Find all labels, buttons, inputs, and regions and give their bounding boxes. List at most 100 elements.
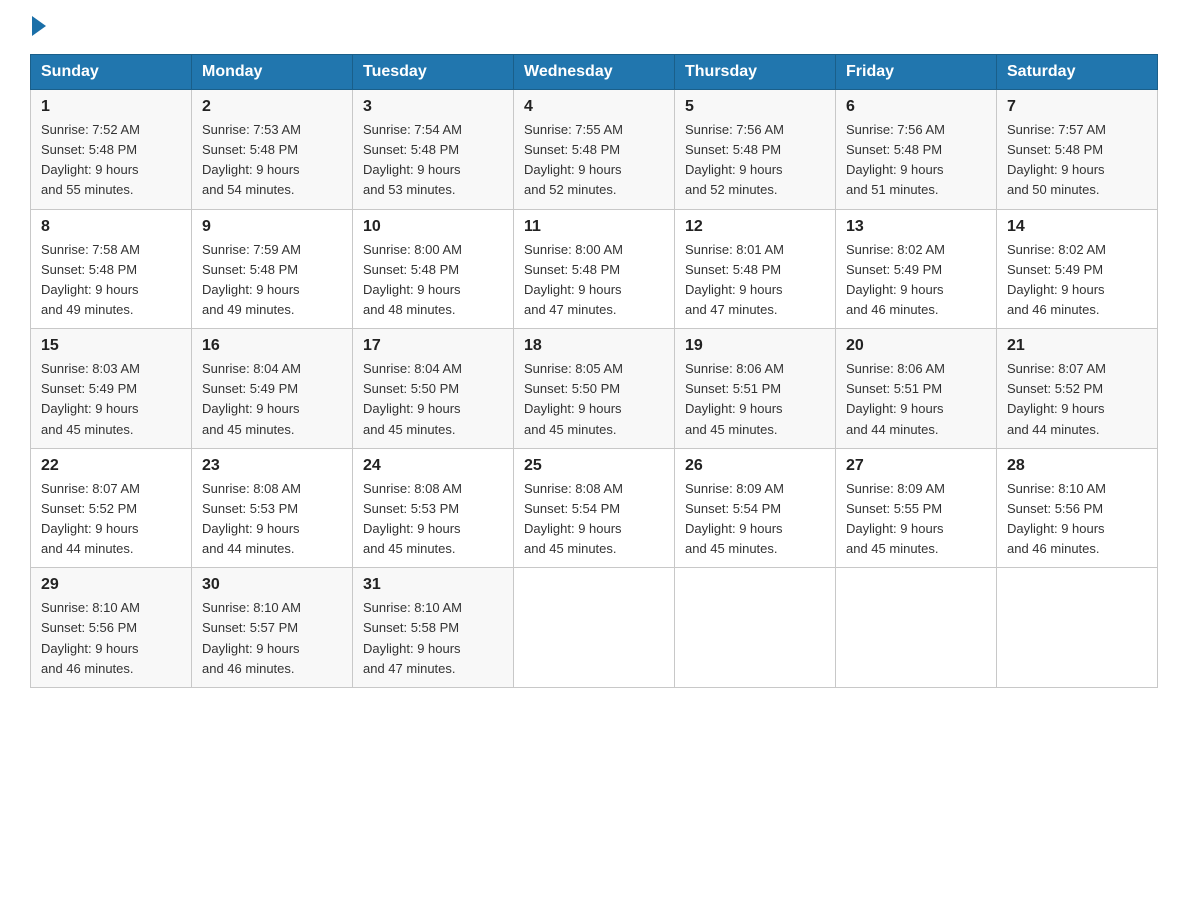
day-info: Sunrise: 8:01 AMSunset: 5:48 PMDaylight:… (685, 242, 784, 317)
day-info: Sunrise: 8:08 AMSunset: 5:54 PMDaylight:… (524, 481, 623, 556)
day-number: 3 (363, 98, 503, 116)
calendar-week-row: 1 Sunrise: 7:52 AMSunset: 5:48 PMDayligh… (31, 90, 1158, 210)
day-info: Sunrise: 8:02 AMSunset: 5:49 PMDaylight:… (846, 242, 945, 317)
day-info: Sunrise: 8:05 AMSunset: 5:50 PMDaylight:… (524, 361, 623, 436)
day-number: 1 (41, 98, 181, 116)
day-info: Sunrise: 8:03 AMSunset: 5:49 PMDaylight:… (41, 361, 140, 436)
day-info: Sunrise: 8:00 AMSunset: 5:48 PMDaylight:… (363, 242, 462, 317)
day-number: 17 (363, 337, 503, 355)
day-number: 16 (202, 337, 342, 355)
day-number: 10 (363, 218, 503, 236)
calendar-day-cell: 9 Sunrise: 7:59 AMSunset: 5:48 PMDayligh… (192, 209, 353, 329)
day-number: 18 (524, 337, 664, 355)
calendar-day-cell: 25 Sunrise: 8:08 AMSunset: 5:54 PMDaylig… (514, 448, 675, 568)
calendar-day-cell: 12 Sunrise: 8:01 AMSunset: 5:48 PMDaylig… (675, 209, 836, 329)
day-info: Sunrise: 7:53 AMSunset: 5:48 PMDaylight:… (202, 122, 301, 197)
day-info: Sunrise: 8:06 AMSunset: 5:51 PMDaylight:… (846, 361, 945, 436)
calendar-day-cell: 3 Sunrise: 7:54 AMSunset: 5:48 PMDayligh… (353, 90, 514, 210)
calendar-day-cell: 19 Sunrise: 8:06 AMSunset: 5:51 PMDaylig… (675, 329, 836, 449)
day-info: Sunrise: 8:06 AMSunset: 5:51 PMDaylight:… (685, 361, 784, 436)
calendar-day-cell: 7 Sunrise: 7:57 AMSunset: 5:48 PMDayligh… (997, 90, 1158, 210)
calendar-day-cell: 30 Sunrise: 8:10 AMSunset: 5:57 PMDaylig… (192, 568, 353, 688)
day-info: Sunrise: 7:57 AMSunset: 5:48 PMDaylight:… (1007, 122, 1106, 197)
day-info: Sunrise: 7:56 AMSunset: 5:48 PMDaylight:… (685, 122, 784, 197)
calendar-day-cell: 5 Sunrise: 7:56 AMSunset: 5:48 PMDayligh… (675, 90, 836, 210)
calendar-day-cell: 22 Sunrise: 8:07 AMSunset: 5:52 PMDaylig… (31, 448, 192, 568)
day-info: Sunrise: 8:10 AMSunset: 5:57 PMDaylight:… (202, 600, 301, 675)
column-header-sunday: Sunday (31, 55, 192, 90)
calendar-day-cell: 4 Sunrise: 7:55 AMSunset: 5:48 PMDayligh… (514, 90, 675, 210)
calendar-day-cell: 21 Sunrise: 8:07 AMSunset: 5:52 PMDaylig… (997, 329, 1158, 449)
column-header-saturday: Saturday (997, 55, 1158, 90)
calendar-day-cell: 1 Sunrise: 7:52 AMSunset: 5:48 PMDayligh… (31, 90, 192, 210)
calendar-day-cell: 24 Sunrise: 8:08 AMSunset: 5:53 PMDaylig… (353, 448, 514, 568)
day-number: 8 (41, 218, 181, 236)
day-number: 4 (524, 98, 664, 116)
day-number: 11 (524, 218, 664, 236)
calendar-day-cell: 28 Sunrise: 8:10 AMSunset: 5:56 PMDaylig… (997, 448, 1158, 568)
day-info: Sunrise: 8:08 AMSunset: 5:53 PMDaylight:… (202, 481, 301, 556)
day-number: 2 (202, 98, 342, 116)
calendar-table: SundayMondayTuesdayWednesdayThursdayFrid… (30, 54, 1158, 688)
day-info: Sunrise: 8:07 AMSunset: 5:52 PMDaylight:… (1007, 361, 1106, 436)
day-number: 24 (363, 457, 503, 475)
day-info: Sunrise: 8:10 AMSunset: 5:58 PMDaylight:… (363, 600, 462, 675)
day-info: Sunrise: 7:55 AMSunset: 5:48 PMDaylight:… (524, 122, 623, 197)
calendar-day-cell: 2 Sunrise: 7:53 AMSunset: 5:48 PMDayligh… (192, 90, 353, 210)
day-info: Sunrise: 7:58 AMSunset: 5:48 PMDaylight:… (41, 242, 140, 317)
calendar-week-row: 8 Sunrise: 7:58 AMSunset: 5:48 PMDayligh… (31, 209, 1158, 329)
calendar-day-cell (675, 568, 836, 688)
calendar-day-cell: 20 Sunrise: 8:06 AMSunset: 5:51 PMDaylig… (836, 329, 997, 449)
day-info: Sunrise: 7:56 AMSunset: 5:48 PMDaylight:… (846, 122, 945, 197)
calendar-day-cell: 31 Sunrise: 8:10 AMSunset: 5:58 PMDaylig… (353, 568, 514, 688)
day-number: 22 (41, 457, 181, 475)
calendar-day-cell: 17 Sunrise: 8:04 AMSunset: 5:50 PMDaylig… (353, 329, 514, 449)
day-number: 9 (202, 218, 342, 236)
calendar-day-cell: 27 Sunrise: 8:09 AMSunset: 5:55 PMDaylig… (836, 448, 997, 568)
calendar-day-cell (997, 568, 1158, 688)
column-header-thursday: Thursday (675, 55, 836, 90)
day-info: Sunrise: 8:07 AMSunset: 5:52 PMDaylight:… (41, 481, 140, 556)
logo (30, 20, 46, 36)
logo-arrow-icon (32, 16, 46, 36)
day-info: Sunrise: 7:52 AMSunset: 5:48 PMDaylight:… (41, 122, 140, 197)
day-number: 7 (1007, 98, 1147, 116)
calendar-day-cell: 11 Sunrise: 8:00 AMSunset: 5:48 PMDaylig… (514, 209, 675, 329)
day-number: 6 (846, 98, 986, 116)
calendar-day-cell: 13 Sunrise: 8:02 AMSunset: 5:49 PMDaylig… (836, 209, 997, 329)
calendar-day-cell: 6 Sunrise: 7:56 AMSunset: 5:48 PMDayligh… (836, 90, 997, 210)
day-number: 14 (1007, 218, 1147, 236)
calendar-day-cell: 14 Sunrise: 8:02 AMSunset: 5:49 PMDaylig… (997, 209, 1158, 329)
calendar-day-cell: 10 Sunrise: 8:00 AMSunset: 5:48 PMDaylig… (353, 209, 514, 329)
calendar-header-row: SundayMondayTuesdayWednesdayThursdayFrid… (31, 55, 1158, 90)
calendar-day-cell: 29 Sunrise: 8:10 AMSunset: 5:56 PMDaylig… (31, 568, 192, 688)
day-info: Sunrise: 8:04 AMSunset: 5:50 PMDaylight:… (363, 361, 462, 436)
day-info: Sunrise: 8:09 AMSunset: 5:55 PMDaylight:… (846, 481, 945, 556)
day-info: Sunrise: 7:59 AMSunset: 5:48 PMDaylight:… (202, 242, 301, 317)
day-info: Sunrise: 8:10 AMSunset: 5:56 PMDaylight:… (1007, 481, 1106, 556)
day-info: Sunrise: 8:00 AMSunset: 5:48 PMDaylight:… (524, 242, 623, 317)
day-info: Sunrise: 8:02 AMSunset: 5:49 PMDaylight:… (1007, 242, 1106, 317)
day-info: Sunrise: 7:54 AMSunset: 5:48 PMDaylight:… (363, 122, 462, 197)
calendar-day-cell: 23 Sunrise: 8:08 AMSunset: 5:53 PMDaylig… (192, 448, 353, 568)
calendar-day-cell: 26 Sunrise: 8:09 AMSunset: 5:54 PMDaylig… (675, 448, 836, 568)
day-info: Sunrise: 8:09 AMSunset: 5:54 PMDaylight:… (685, 481, 784, 556)
calendar-day-cell: 16 Sunrise: 8:04 AMSunset: 5:49 PMDaylig… (192, 329, 353, 449)
day-number: 20 (846, 337, 986, 355)
calendar-day-cell: 8 Sunrise: 7:58 AMSunset: 5:48 PMDayligh… (31, 209, 192, 329)
day-number: 25 (524, 457, 664, 475)
day-number: 31 (363, 576, 503, 594)
column-header-monday: Monday (192, 55, 353, 90)
calendar-day-cell (514, 568, 675, 688)
day-number: 26 (685, 457, 825, 475)
day-number: 15 (41, 337, 181, 355)
column-header-wednesday: Wednesday (514, 55, 675, 90)
day-number: 28 (1007, 457, 1147, 475)
day-number: 23 (202, 457, 342, 475)
day-number: 29 (41, 576, 181, 594)
calendar-week-row: 22 Sunrise: 8:07 AMSunset: 5:52 PMDaylig… (31, 448, 1158, 568)
day-number: 21 (1007, 337, 1147, 355)
column-header-friday: Friday (836, 55, 997, 90)
day-number: 19 (685, 337, 825, 355)
day-number: 30 (202, 576, 342, 594)
